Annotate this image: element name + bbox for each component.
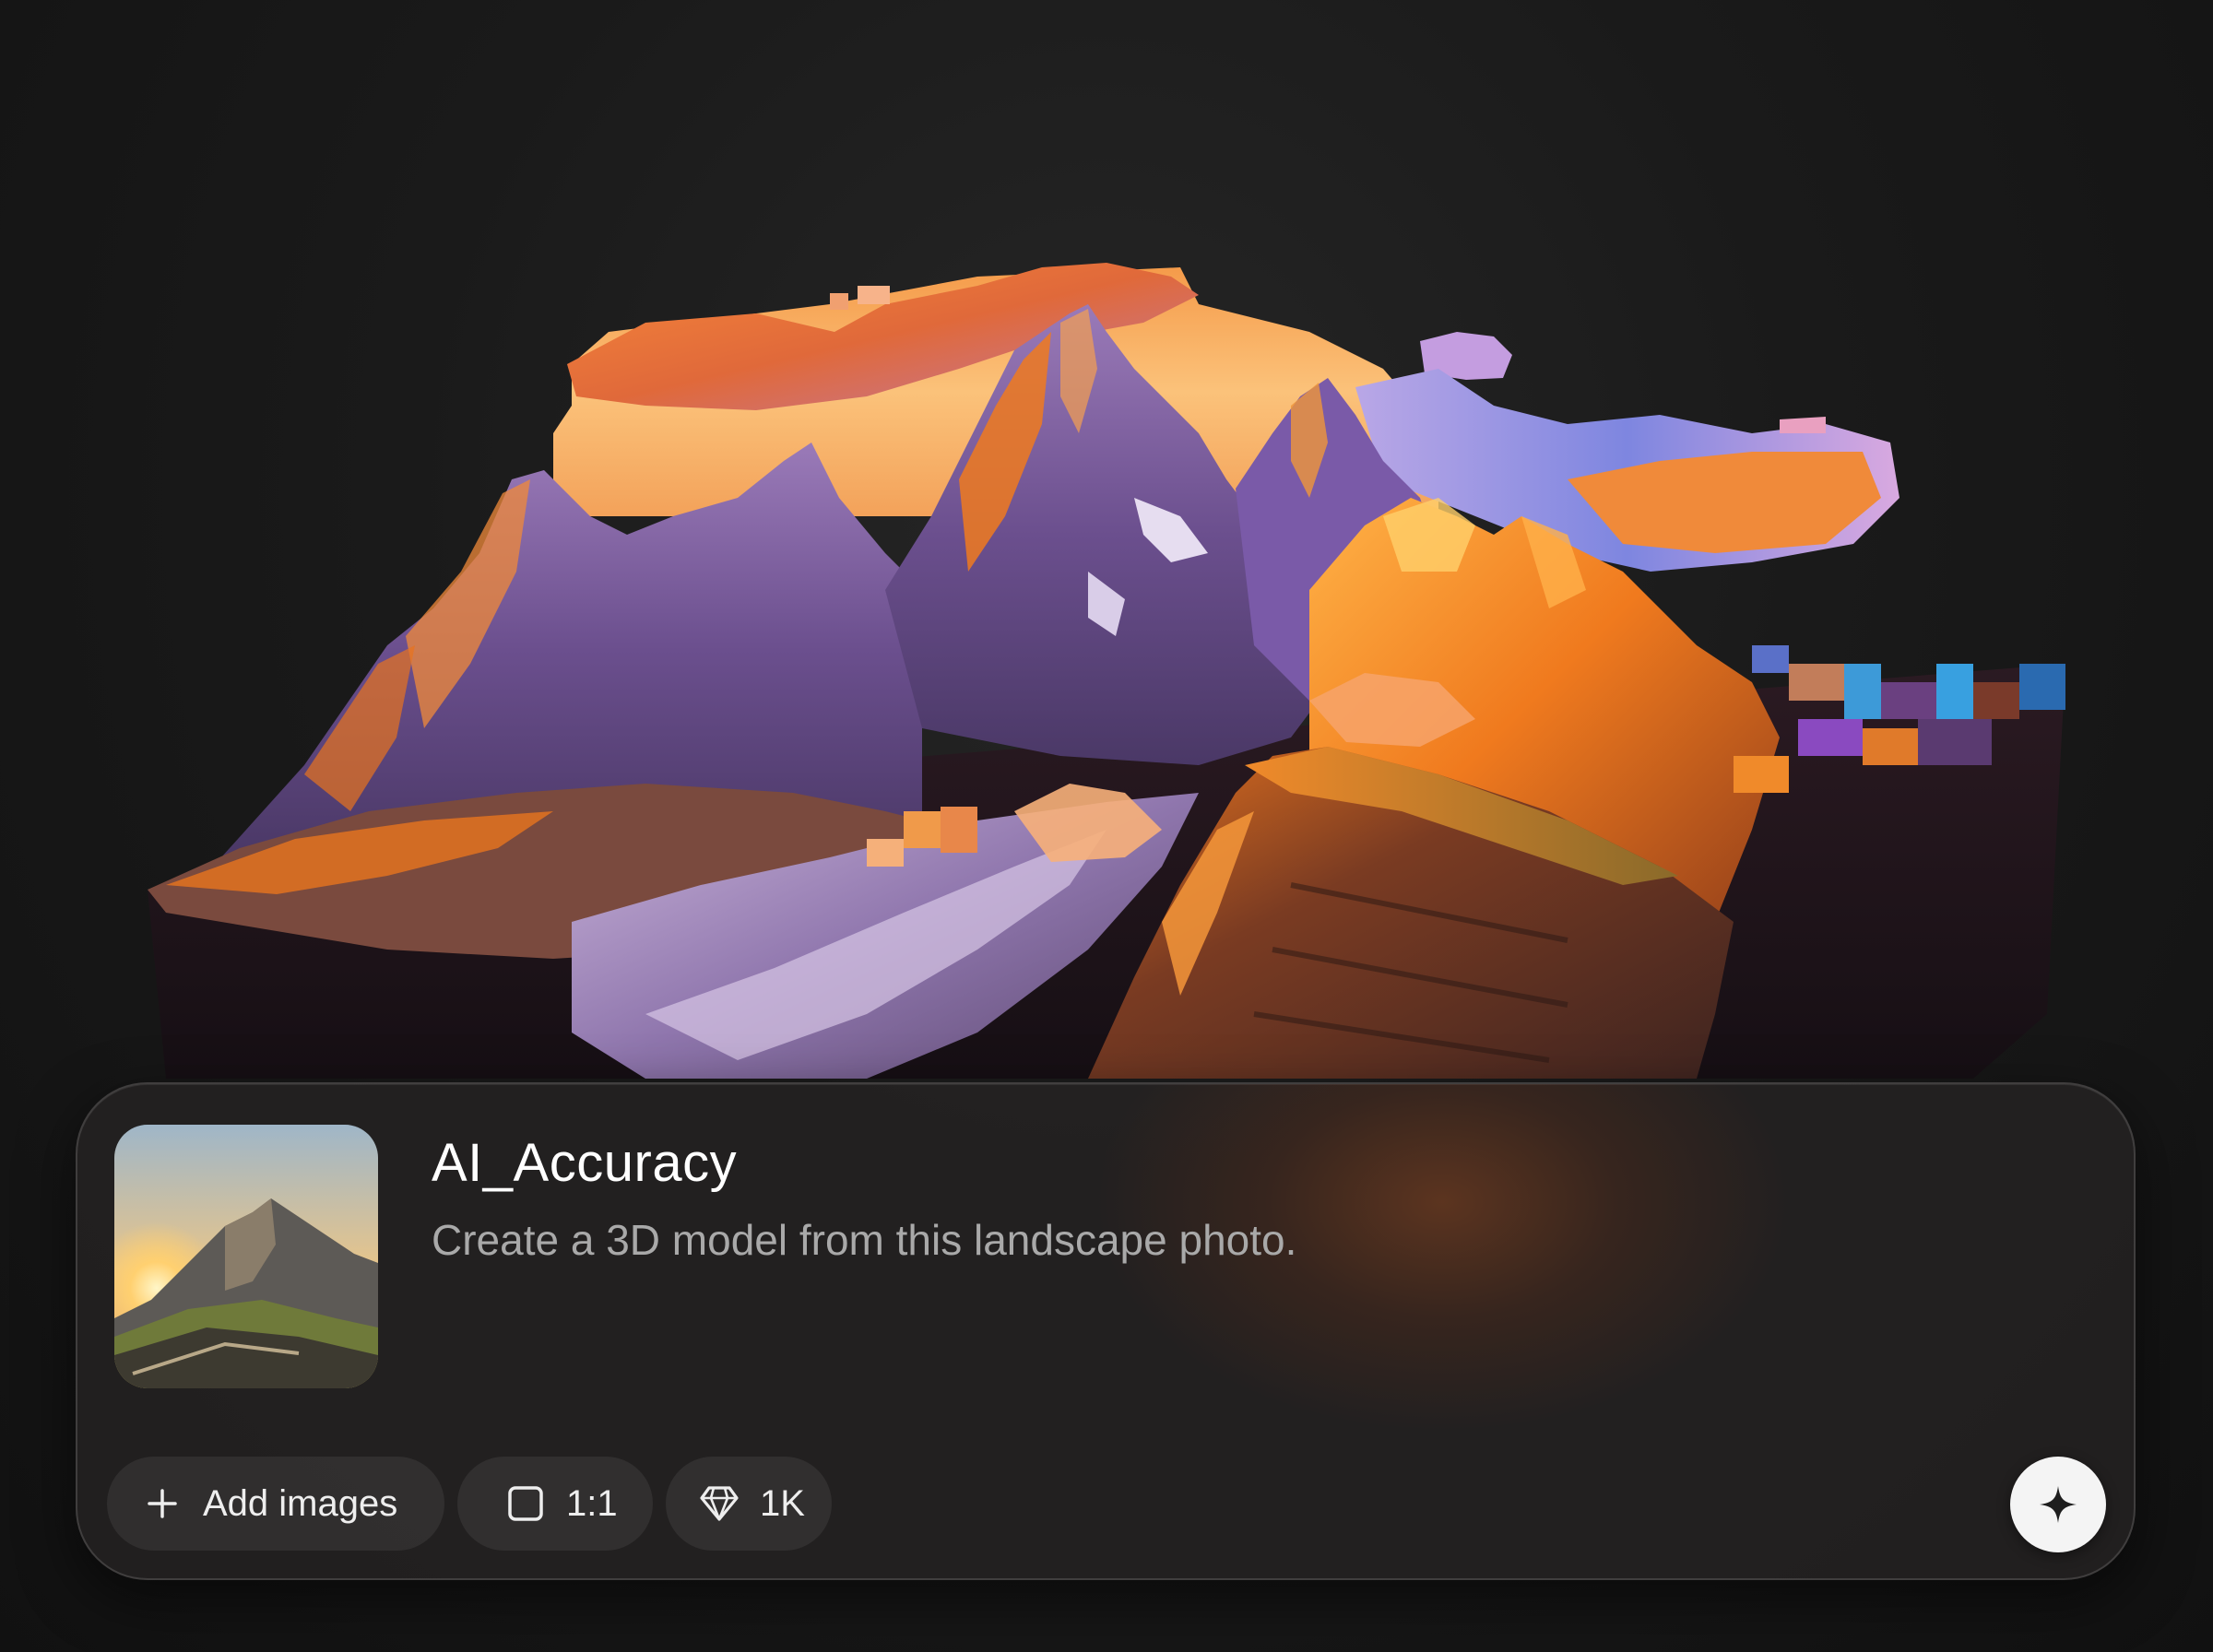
canvas-stage: AI_Accuracy Create a 3D model from this … [0,0,2213,1652]
plus-icon [142,1483,183,1524]
add-images-button[interactable]: Add images [107,1457,444,1551]
prompt-title: AI_Accuracy [432,1133,738,1193]
prompt-panel: AI_Accuracy Create a 3D model from this … [76,1082,2136,1580]
square-icon [505,1483,546,1524]
generate-button[interactable] [2010,1457,2106,1552]
resolution-value: 1K [760,1482,805,1524]
add-images-label: Add images [203,1482,398,1524]
aspect-ratio-value: 1:1 [566,1482,618,1524]
sparkle-icon [2040,1486,2077,1523]
diamond-icon [699,1483,740,1524]
prompt-description[interactable]: Create a 3D model from this landscape ph… [432,1215,1296,1265]
resolution-button[interactable]: 1K [666,1457,832,1551]
landscape-thumbnail-image [114,1125,378,1388]
aspect-ratio-button[interactable]: 1:1 [457,1457,653,1551]
reference-image-thumbnail[interactable] [114,1125,378,1388]
